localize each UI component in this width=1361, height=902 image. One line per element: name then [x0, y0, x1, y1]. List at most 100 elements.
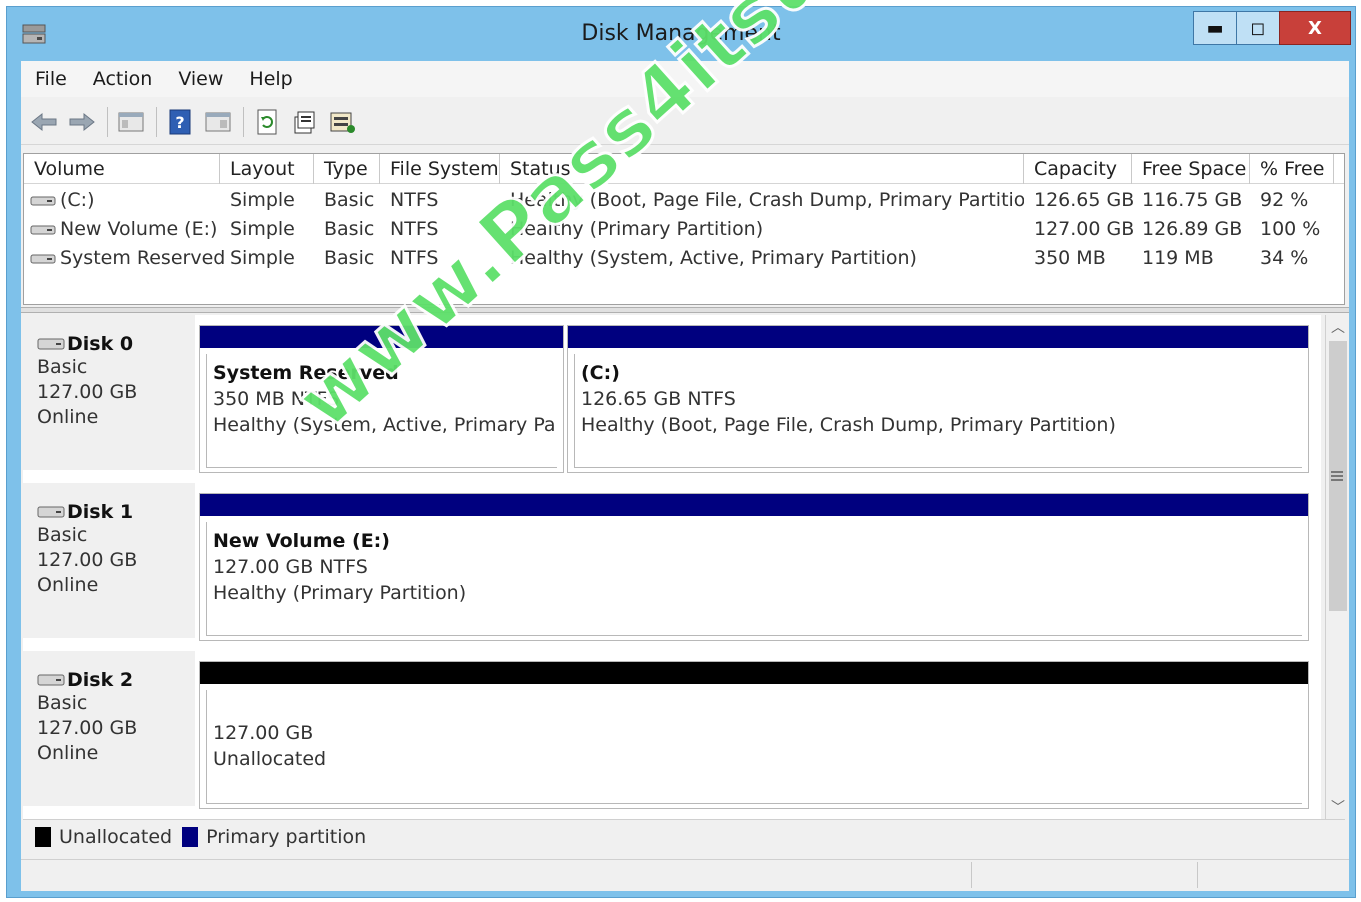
client-area: File Action View Help ? Volume Layout Ty… — [21, 61, 1349, 891]
rescan-disks-icon — [330, 112, 355, 133]
column-header-status[interactable]: Status — [500, 154, 1024, 184]
forward-icon — [69, 112, 95, 131]
maximize-button[interactable]: ◻ — [1236, 11, 1280, 45]
volume-layout: Simple — [230, 218, 295, 240]
column-header-free-space[interactable]: Free Space — [1132, 154, 1250, 184]
disk-row: Disk 0 Basic 127.00 GB Online System Res… — [23, 315, 1321, 475]
disk-state: Online — [37, 574, 99, 596]
toolbar: ? — [21, 99, 1349, 145]
column-header-layout[interactable]: Layout — [220, 154, 314, 184]
menu-action[interactable]: Action — [93, 68, 153, 90]
primary-partition-bar — [200, 494, 1308, 516]
pane-splitter[interactable] — [21, 307, 1349, 313]
volume-name: New Volume (E:) — [60, 218, 218, 240]
partition-size-fs: 126.65 GB NTFS — [581, 388, 736, 410]
volume-row[interactable]: New Volume (E:) Simple Basic NTFS Health… — [24, 215, 1344, 244]
show-action-pane-button[interactable] — [203, 107, 233, 137]
refresh-icon — [257, 109, 277, 134]
partition-unallocated[interactable]: 127.00 GB Unallocated — [199, 661, 1309, 809]
volume-free-space: 119 MB — [1142, 247, 1214, 269]
partition-new-volume-e[interactable]: New Volume (E:) 127.00 GB NTFS Healthy (… — [199, 493, 1309, 641]
volume-free-space: 116.75 GB — [1142, 189, 1243, 211]
volume-percent-free: 92 % — [1260, 189, 1309, 211]
scroll-down-button[interactable]: ﹀ — [1326, 795, 1350, 819]
menu-view[interactable]: View — [178, 68, 223, 90]
refresh-button[interactable] — [252, 107, 282, 137]
volume-type: Basic — [324, 247, 375, 269]
partition-size-fs: 350 MB NTFS — [213, 388, 340, 410]
volume-layout: Simple — [230, 189, 295, 211]
back-icon — [31, 112, 57, 131]
disk-size: 127.00 GB — [37, 549, 138, 571]
title-bar[interactable]: Disk Management ▬ ◻ X — [7, 7, 1355, 59]
volume-status: Healthy (Primary Partition) — [510, 218, 764, 240]
partition-title: (C:) — [581, 362, 620, 384]
volume-icon — [30, 225, 56, 234]
volume-name: (C:) — [60, 189, 95, 211]
column-header-type[interactable]: Type — [314, 154, 380, 184]
volume-status: Healthy (Boot, Page File, Crash Dump, Pr… — [510, 189, 1024, 211]
column-header-capacity[interactable]: Capacity — [1024, 154, 1132, 184]
forward-button[interactable] — [67, 107, 97, 137]
menu-file[interactable]: File — [35, 68, 67, 90]
column-header-volume[interactable]: Volume — [24, 154, 220, 184]
column-header-percent-free[interactable]: % Free — [1250, 154, 1334, 184]
disk-icon — [37, 506, 65, 518]
partition-system-reserved[interactable]: System Reserved 350 MB NTFS Healthy (Sys… — [199, 325, 564, 473]
grip-icon — [1331, 471, 1343, 481]
volume-layout: Simple — [230, 247, 295, 269]
partition-c[interactable]: (C:) 126.65 GB NTFS Healthy (Boot, Page … — [567, 325, 1309, 473]
volume-row[interactable]: (C:) Simple Basic NTFS Healthy (Boot, Pa… — [24, 186, 1344, 215]
volume-capacity: 127.00 GB — [1034, 218, 1135, 240]
partition-status: Healthy (Boot, Page File, Crash Dump, Pr… — [581, 414, 1116, 436]
disk-info[interactable]: Disk 0 Basic 127.00 GB Online — [23, 315, 195, 471]
legend-unallocated: Unallocated — [59, 825, 173, 848]
disk-type: Basic — [37, 356, 88, 378]
scroll-up-button[interactable]: ︿ — [1326, 315, 1350, 339]
disk-management-window: Disk Management ▬ ◻ X File Action View H… — [6, 6, 1356, 898]
disk-info[interactable]: Disk 1 Basic 127.00 GB Online — [23, 483, 195, 639]
volume-type: Basic — [324, 189, 375, 211]
volume-file-system: NTFS — [390, 189, 439, 211]
volume-row[interactable]: System Reserved Simple Basic NTFS Health… — [24, 244, 1344, 273]
back-button[interactable] — [29, 107, 59, 137]
help-icon: ? — [169, 109, 191, 134]
disk-type: Basic — [37, 692, 88, 714]
status-pane — [1197, 862, 1347, 888]
partition-title: New Volume (E:) — [213, 530, 390, 552]
column-header-file-system[interactable]: File System — [380, 154, 500, 184]
volume-free-space: 126.89 GB — [1142, 218, 1243, 240]
toolbar-separator — [243, 106, 244, 137]
volume-capacity: 126.65 GB — [1034, 189, 1135, 211]
legend: Unallocated Primary partition — [23, 819, 1345, 853]
properties-icon — [294, 111, 315, 133]
volume-file-system: NTFS — [390, 247, 439, 269]
rescan-disks-button[interactable] — [328, 107, 358, 137]
show-hide-console-tree-icon — [118, 112, 144, 131]
properties-button[interactable] — [290, 107, 320, 137]
disk-state: Online — [37, 742, 99, 764]
disk-type: Basic — [37, 524, 88, 546]
menu-help[interactable]: Help — [249, 68, 292, 90]
menu-bar: File Action View Help — [21, 61, 1349, 97]
status-pane — [971, 862, 1197, 888]
unallocated-bar — [200, 662, 1308, 684]
chevron-up-icon: ︿ — [1331, 320, 1345, 336]
partition-status: Healthy (System, Active, Primary Partit — [213, 414, 557, 436]
disk-icon — [37, 338, 65, 350]
toolbar-separator — [156, 106, 157, 137]
unallocated-swatch — [35, 826, 51, 847]
disk-size: 127.00 GB — [37, 381, 138, 403]
primary-partition-bar — [200, 326, 563, 348]
volume-percent-free: 34 % — [1260, 247, 1309, 269]
vertical-scrollbar[interactable]: ︿ ﹀ — [1325, 315, 1349, 819]
disk-info[interactable]: Disk 2 Basic 127.00 GB Online — [23, 651, 195, 807]
show-hide-console-tree-button[interactable] — [116, 107, 146, 137]
show-action-pane-icon — [205, 112, 231, 131]
help-button[interactable]: ? — [165, 107, 195, 137]
close-button[interactable]: X — [1279, 11, 1351, 45]
disk-row: Disk 1 Basic 127.00 GB Online New Volume… — [23, 483, 1321, 643]
minimize-button[interactable]: ▬ — [1193, 11, 1237, 45]
graphical-disk-view: Disk 0 Basic 127.00 GB Online System Res… — [23, 315, 1321, 819]
disk-size: 127.00 GB — [37, 717, 138, 739]
